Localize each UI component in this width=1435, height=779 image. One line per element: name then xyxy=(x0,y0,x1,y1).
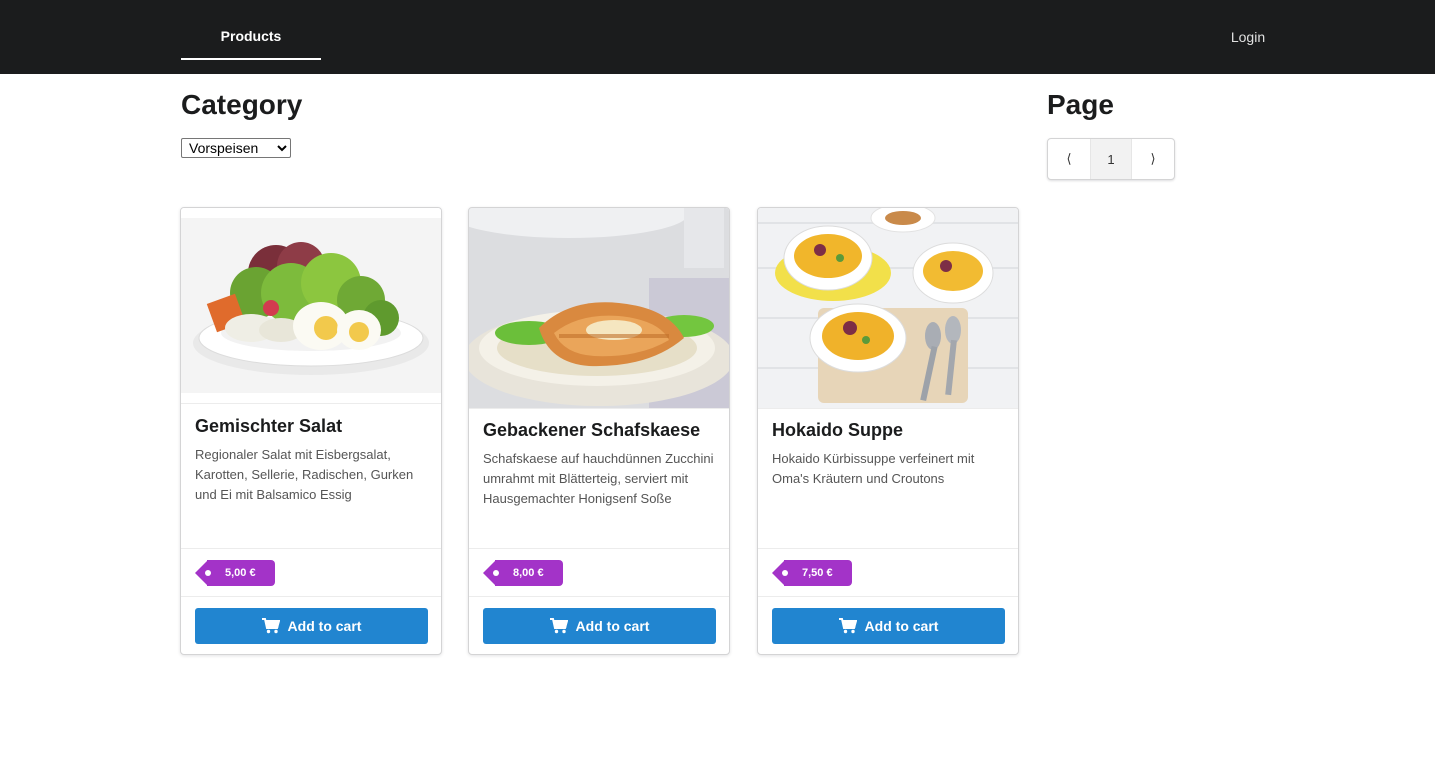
nav-products-tab[interactable]: Products xyxy=(181,0,321,60)
product-image-schafskaese xyxy=(469,208,729,408)
product-description: Regionaler Salat mit Eisbergsalat, Karot… xyxy=(195,447,414,502)
add-to-cart-button[interactable]: Add to cart xyxy=(483,608,716,644)
product-image-hokaido-suppe xyxy=(758,208,1018,408)
category-heading: Category xyxy=(181,89,303,120)
price-label: 7,50 € xyxy=(784,560,852,586)
product-title: Gebackener Schafskaese xyxy=(483,420,701,440)
product-card: Gebackener Schafskaese Schafskaese auf h… xyxy=(468,207,730,655)
tag-hole xyxy=(493,570,499,576)
cart-icon xyxy=(838,618,857,634)
cart-icon xyxy=(261,618,280,634)
card-divider xyxy=(469,596,729,597)
add-to-cart-label: Add to cart xyxy=(575,618,650,634)
chevron-left-icon[interactable]: ⟨ xyxy=(1048,139,1090,179)
add-to-cart-button[interactable]: Add to cart xyxy=(195,608,428,644)
cart-icon xyxy=(549,618,568,634)
card-divider xyxy=(181,596,441,597)
product-card: Gemischter Salat Regionaler Salat mit Ei… xyxy=(180,207,442,655)
tag-hole xyxy=(782,570,788,576)
product-description: Schafskaese auf hauchdünnen Zucchini umr… xyxy=(483,451,714,506)
card-divider xyxy=(758,408,1018,409)
top-navigation: Products Login xyxy=(0,0,1435,74)
login-link[interactable]: Login xyxy=(1212,0,1284,74)
product-card: Hokaido Suppe Hokaido Kürbissuppe verfei… xyxy=(757,207,1019,655)
add-to-cart-label: Add to cart xyxy=(864,618,939,634)
price-label: 8,00 € xyxy=(495,560,563,586)
chevron-right-icon[interactable]: ⟩ xyxy=(1132,139,1174,179)
product-title: Gemischter Salat xyxy=(195,416,343,436)
page-number-current[interactable]: 1 xyxy=(1090,139,1132,179)
add-to-cart-label: Add to cart xyxy=(287,618,362,634)
card-divider xyxy=(469,548,729,549)
page-heading: Page xyxy=(1047,89,1114,120)
card-divider xyxy=(758,596,1018,597)
product-description: Hokaido Kürbissuppe verfeinert mit Oma's… xyxy=(772,451,975,486)
card-divider xyxy=(469,408,729,409)
category-select[interactable]: Vorspeisen xyxy=(181,138,291,158)
product-image-salad xyxy=(181,208,441,408)
pagination: ⟨ 1 ⟩ xyxy=(1047,138,1175,180)
price-label: 5,00 € xyxy=(207,560,275,586)
nav-products-label: Products xyxy=(220,28,282,44)
add-to-cart-button[interactable]: Add to cart xyxy=(772,608,1005,644)
card-divider xyxy=(758,548,1018,549)
card-divider xyxy=(181,403,441,404)
tag-hole xyxy=(205,570,211,576)
product-title: Hokaido Suppe xyxy=(772,420,904,440)
card-divider xyxy=(181,548,441,549)
